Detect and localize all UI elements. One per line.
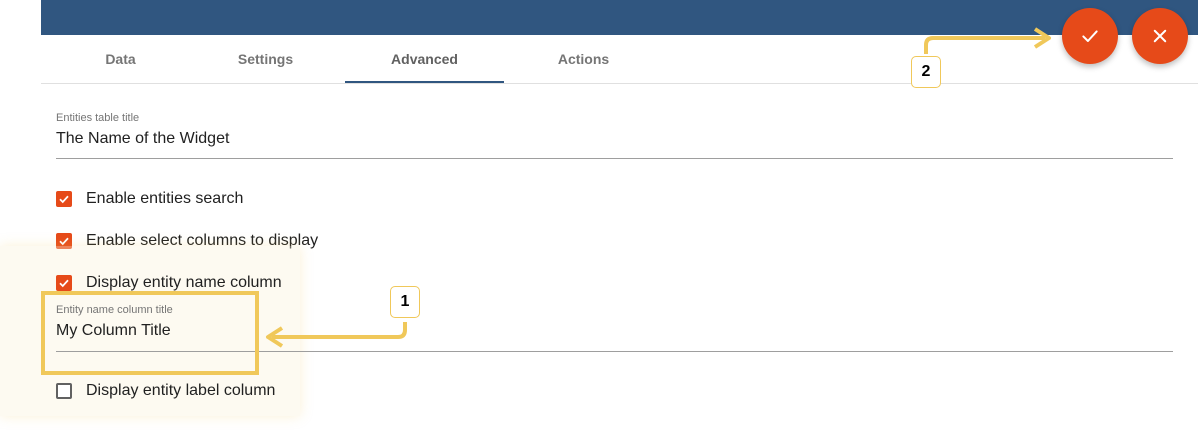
display-entity-name-column-row[interactable]: Display entity name column <box>56 274 282 292</box>
callout-2-number: 2 <box>921 63 931 80</box>
checkmark-icon <box>59 279 69 288</box>
display-entity-name-column-checkbox[interactable] <box>56 275 72 291</box>
tab-data-label: Data <box>105 50 136 67</box>
checkmark-icon <box>59 195 69 204</box>
display-entity-label-column-row[interactable]: Display entity label column <box>56 382 275 400</box>
tab-data[interactable]: Data <box>41 35 200 82</box>
tab-settings-label: Settings <box>237 50 294 67</box>
callout-badge-1: 1 <box>390 286 420 318</box>
entities-table-title-field[interactable]: Entities table title The Name of the Wid… <box>56 112 229 148</box>
tab-advanced[interactable]: Advanced <box>345 35 504 83</box>
close-button[interactable] <box>1132 8 1188 64</box>
entities-table-title-label: Entities table title <box>56 112 140 124</box>
callout-badge-2: 2 <box>911 56 941 88</box>
tab-settings[interactable]: Settings <box>186 35 345 82</box>
close-icon <box>1153 29 1167 43</box>
entities-table-title-value[interactable]: The Name of the Widget <box>56 130 229 148</box>
tab-advanced-label: Advanced <box>391 50 458 67</box>
display-entity-name-column-label: Display entity name column <box>86 274 282 291</box>
enable-entities-search-row[interactable]: Enable entities search <box>56 190 243 208</box>
tab-bar: Data Settings Advanced Actions <box>41 35 1198 84</box>
check-icon <box>1082 30 1098 42</box>
display-entity-label-column-checkbox[interactable] <box>56 383 72 399</box>
display-entity-label-column-label: Display entity label column <box>86 382 276 399</box>
enable-entities-search-label: Enable entities search <box>86 190 244 207</box>
highlight-box <box>41 291 259 375</box>
enable-entities-search-checkbox[interactable] <box>56 191 72 207</box>
callout-1-number: 1 <box>400 293 410 310</box>
apply-button[interactable] <box>1062 8 1118 64</box>
dialog-header-bar <box>41 0 1198 35</box>
entities-table-title-underline <box>56 158 1173 159</box>
tab-actions-label: Actions <box>557 50 610 67</box>
tab-actions[interactable]: Actions <box>504 35 663 82</box>
